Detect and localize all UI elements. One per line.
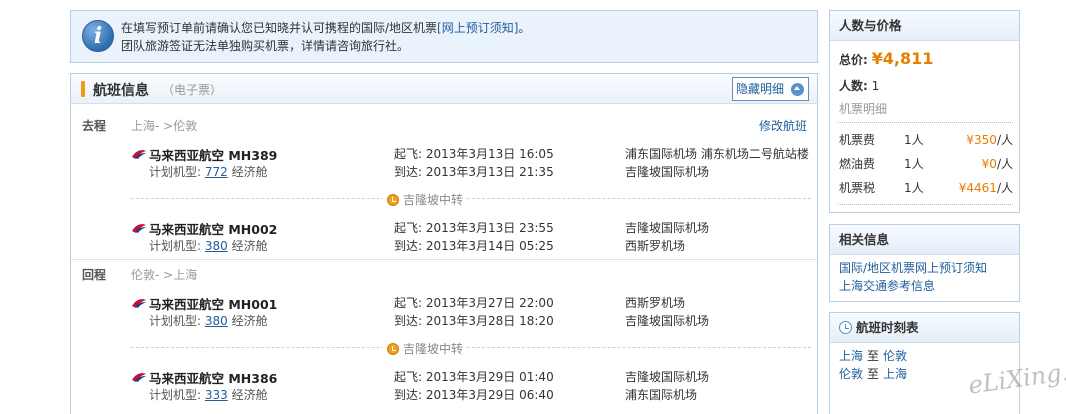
flight-segment: 马来西亚航空 MH001 计划机型: 380 经济舱 起飞: 2013年3月27… [131, 294, 821, 334]
transfer-clock-icon [387, 194, 399, 206]
plane-type: 计划机型: 333 经济舱 [149, 388, 268, 402]
price-divider [838, 122, 1013, 123]
schedule-row[interactable]: 上海至伦敦 [839, 347, 1010, 365]
flight-airports: 吉隆坡国际机场 西斯罗机场 [625, 221, 710, 253]
price-box-title: 人数与价格 [830, 11, 1019, 41]
related-links: 国际/地区机票网上预订须知 上海交通参考信息 [830, 255, 1019, 299]
plane-type: 计划机型: 380 经济舱 [149, 239, 268, 253]
outbound-label: 去程 [82, 119, 107, 133]
plane-type-link[interactable]: 380 [205, 239, 228, 253]
flight-segment: 马来西亚航空 MH386 计划机型: 333 经济舱 起飞: 2013年3月29… [131, 368, 821, 408]
outbound-route: 上海- >伦敦 [131, 119, 198, 133]
collapse-arrow-icon [791, 83, 804, 96]
flight-segment: 马来西亚航空 MH389 计划机型: 772 经济舱 起飞: 2013年3月13… [131, 145, 821, 185]
malaysia-airlines-logo-icon [132, 373, 146, 382]
malaysia-airlines-logo-icon [132, 224, 146, 233]
notice-text: 在填写预订单前请确认您已知晓并认可携程的国际/地区机票[网上预订须知]。 团队旅… [121, 21, 531, 53]
return-label: 回程 [82, 268, 107, 282]
total-price: 总价: ¥4,811 [839, 49, 934, 68]
e-ticket-label: （电子票） [162, 83, 223, 97]
fee-row: 机票费 1人 ¥350/人 [839, 133, 1013, 147]
header-accent-bar [81, 81, 85, 97]
passenger-count: 人数: 1 [839, 79, 880, 93]
return-route: 伦敦- >上海 [131, 268, 198, 282]
related-info-box: 相关信息 国际/地区机票网上预订须知 上海交通参考信息 [829, 224, 1020, 302]
airline-flight-number: 马来西亚航空 MH001 [149, 297, 278, 312]
booking-rules-link[interactable]: [网上预订须知] [437, 21, 518, 35]
malaysia-airlines-logo-icon [132, 299, 146, 308]
booking-rules-sidebar-link[interactable]: 国际/地区机票网上预订须知 [839, 259, 1010, 277]
transfer-clock-icon [387, 343, 399, 355]
flight-airports: 西斯罗机场 吉隆坡国际机场 [625, 296, 710, 328]
flight-info-panel: 航班信息 （电子票） 隐藏明细 去程 上海- >伦敦 修改航班 马来西亚航空 M… [70, 73, 818, 414]
fee-row: 燃油费 1人 ¥0/人 [839, 157, 1013, 171]
flight-info-header: 航班信息 （电子票） 隐藏明细 [71, 74, 817, 104]
flight-schedule-box: 航班时刻表 上海至伦敦 伦敦至上海 [829, 312, 1020, 414]
flight-times: 起飞: 2013年3月13日 16:05 到达: 2013年3月13日 21:35 [394, 147, 554, 179]
plane-type-link[interactable]: 333 [205, 388, 228, 402]
airline-flight-number: 马来西亚航空 MH002 [149, 222, 278, 237]
total-price-value: ¥4,811 [871, 49, 934, 68]
flight-info-title: 航班信息 [93, 83, 149, 99]
trip-separator [71, 259, 817, 260]
price-divider [838, 204, 1013, 205]
malaysia-airlines-logo-icon [132, 150, 146, 159]
modify-flight-link[interactable]: 修改航班 [759, 117, 807, 134]
plane-type-link[interactable]: 772 [205, 165, 228, 179]
plane-type: 计划机型: 380 经济舱 [149, 314, 268, 328]
flight-segment: 马来西亚航空 MH002 计划机型: 380 经济舱 起飞: 2013年3月13… [131, 219, 821, 259]
related-info-title: 相关信息 [830, 225, 1019, 255]
airline-flight-number: 马来西亚航空 MH386 [149, 371, 278, 386]
transfer-divider: 吉隆坡中转 [131, 340, 811, 357]
flight-times: 起飞: 2013年3月27日 22:00 到达: 2013年3月28日 18:20 [394, 296, 554, 328]
flight-times: 起飞: 2013年3月13日 23:55 到达: 2013年3月14日 05:25 [394, 221, 554, 253]
plane-type: 计划机型: 772 经济舱 [149, 165, 268, 179]
flight-airports: 浦东国际机场 浦东机场二号航站楼 吉隆坡国际机场 [625, 147, 809, 179]
flight-schedule-title: 航班时刻表 [830, 313, 1019, 343]
transfer-divider: 吉隆坡中转 [131, 191, 811, 208]
flight-airports: 吉隆坡国际机场 浦东国际机场 [625, 370, 710, 402]
plane-type-link[interactable]: 380 [205, 314, 228, 328]
hide-details-button[interactable]: 隐藏明细 [731, 77, 809, 101]
flight-times: 起飞: 2013年3月29日 01:40 到达: 2013年3月29日 06:40 [394, 370, 554, 402]
booking-notice: i 在填写预订单前请确认您已知晓并认可携程的国际/地区机票[网上预订须知]。 团… [70, 10, 818, 63]
shanghai-traffic-link[interactable]: 上海交通参考信息 [839, 277, 1010, 295]
ticket-detail-label: 机票明细 [839, 102, 888, 116]
info-icon: i [82, 20, 114, 52]
price-box: 人数与价格 总价: ¥4,811 人数: 1 机票明细 机票费 1人 ¥350/人… [829, 10, 1020, 213]
airline-flight-number: 马来西亚航空 MH389 [149, 148, 278, 163]
clock-icon [839, 321, 852, 334]
fee-row: 机票税 1人 ¥4461/人 [839, 181, 1013, 195]
